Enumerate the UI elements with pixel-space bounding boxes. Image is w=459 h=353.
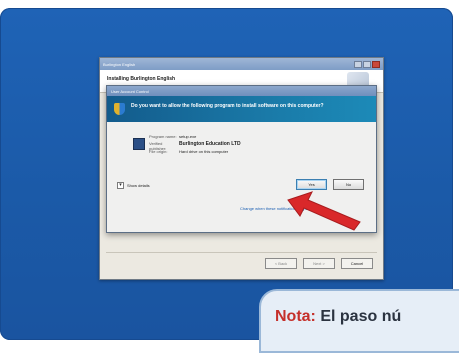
installer-title: Burlington English — [103, 61, 136, 67]
maximize-button[interactable] — [363, 60, 371, 68]
next-button[interactable]: Next > — [303, 258, 335, 269]
uac-banner: Do you want to allow the following progr… — [107, 96, 376, 122]
installer-titlebar: Burlington English — [100, 58, 383, 70]
uac-message: Do you want to allow the following progr… — [131, 103, 324, 109]
installer-divider — [106, 252, 377, 253]
chevron-down-icon[interactable]: ▾ — [117, 182, 124, 189]
program-name-label: Program name: — [149, 134, 177, 139]
shield-icon — [114, 103, 125, 115]
program-icon — [133, 138, 145, 150]
cancel-button[interactable]: Cancel — [341, 258, 373, 269]
program-name-value: setup.exe — [179, 134, 197, 139]
red-arrow-icon — [287, 191, 361, 231]
note-text: Nota: El paso nú — [275, 308, 401, 326]
installer-heading: Installing Burlington English — [107, 76, 176, 82]
show-details-label[interactable]: Show details — [127, 183, 150, 188]
note-box: Nota: El paso nú — [259, 289, 459, 353]
uac-title: User Account Control — [111, 88, 149, 94]
note-label: Nota: — [275, 308, 316, 325]
minimize-button[interactable] — [354, 60, 362, 68]
note-body: El paso nú — [320, 308, 402, 325]
back-button[interactable]: < Back — [265, 258, 297, 269]
file-origin-row: File origin: Hard drive on this computer — [149, 149, 228, 154]
uac-titlebar: User Account Control — [107, 86, 376, 96]
show-details-toggle[interactable]: ▾ Show details — [117, 182, 150, 189]
file-origin-label: File origin: — [149, 149, 168, 154]
file-origin-value: Hard drive on this computer — [179, 149, 229, 154]
program-name-row: Program name: setup.exe — [149, 134, 196, 139]
installer-button-bar: < Back Next > Cancel — [265, 258, 373, 269]
close-button[interactable] — [372, 60, 380, 68]
